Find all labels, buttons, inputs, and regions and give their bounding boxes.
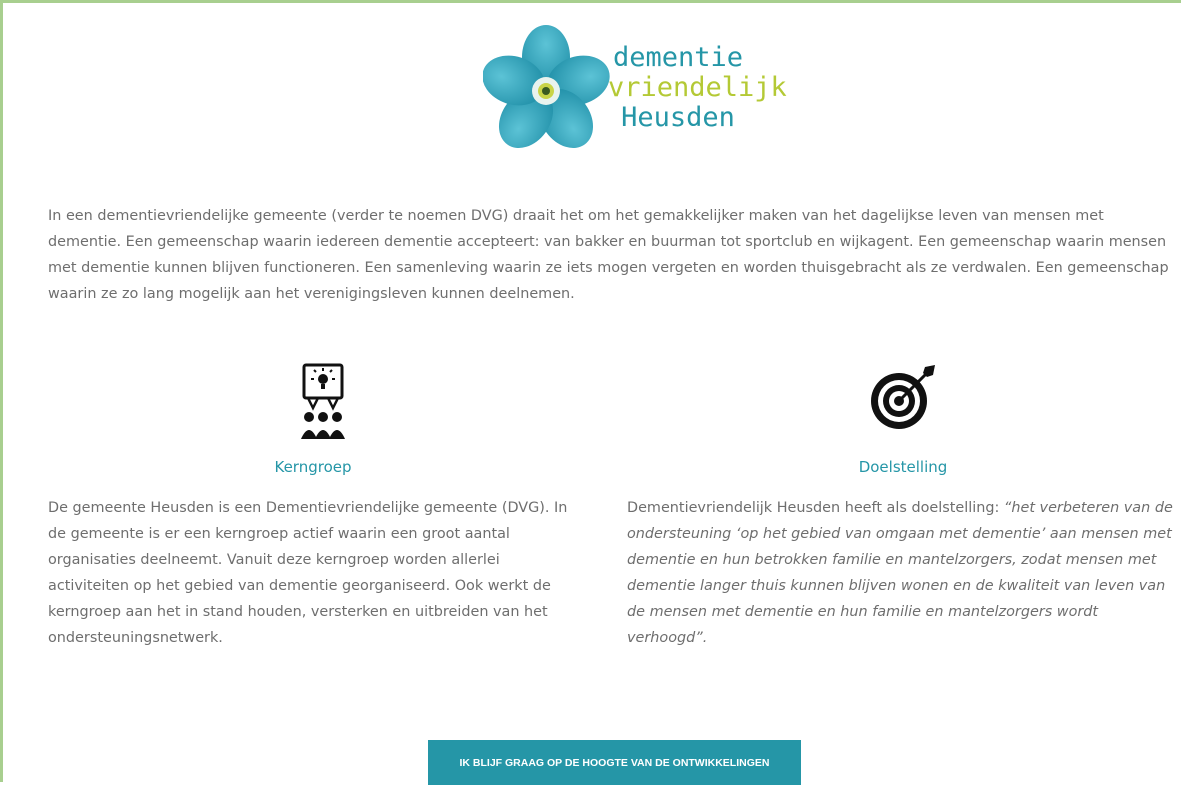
page-frame: dementie vriendelijk Heusden In een deme… bbox=[0, 0, 1181, 785]
stay-updated-button[interactable]: IK BLIJF GRAAG OP DE HOOGTE VAN DE ONTWI… bbox=[428, 740, 801, 785]
logo-wordmark: dementie vriendelijk Heusden bbox=[608, 42, 787, 133]
doelstelling-title: Doelstelling bbox=[858, 458, 948, 476]
doelstelling-text-quote: “het verbeteren van de ondersteuning ‘op… bbox=[627, 500, 1173, 646]
presentation-group-icon bbox=[300, 363, 350, 443]
logo-line-2: vriendelijk bbox=[608, 72, 787, 103]
doelstelling-text: Dementievriendelijk Heusden heeft als do… bbox=[627, 495, 1179, 651]
target-icon bbox=[867, 363, 939, 439]
kerngroep-title: Kerngroep bbox=[274, 458, 352, 476]
forget-me-not-flower-icon bbox=[483, 25, 610, 148]
site-logo[interactable]: dementie vriendelijk Heusden bbox=[483, 21, 787, 161]
logo-line-3: Heusden bbox=[621, 102, 735, 133]
intro-paragraph: In een dementievriendelijke gemeente (ve… bbox=[48, 208, 1169, 302]
doelstelling-text-prefix: Dementievriendelijk Heusden heeft als do… bbox=[627, 500, 1004, 516]
logo-line-1: dementie bbox=[612, 42, 744, 73]
kerngroep-text: De gemeente Heusden is een Dementievrien… bbox=[48, 500, 568, 646]
